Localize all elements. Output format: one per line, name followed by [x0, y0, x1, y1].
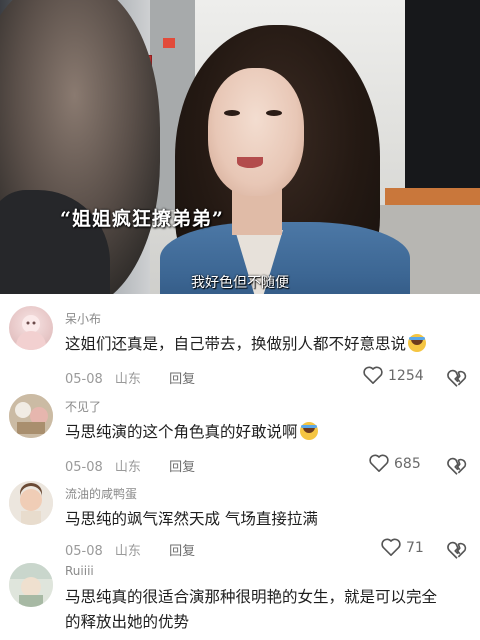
comment-item: 呆小布 这姐们还真是，自己带去，换做别人都不好意思说 05-08 山东 回复 1…	[0, 294, 480, 387]
username[interactable]: 呆小布	[65, 310, 101, 327]
avatar-image	[9, 481, 53, 525]
video-woman-mouth	[237, 157, 263, 168]
comment-date: 05-08	[65, 372, 103, 387]
avatar[interactable]	[9, 563, 53, 607]
comment-text: 马思纯的飒气浑然天成 气场直接拉满	[65, 510, 318, 528]
comment-text: 这姐们还真是，自己带去，换做别人都不好意思说	[65, 332, 470, 357]
username[interactable]: Ruiiii	[65, 564, 94, 578]
video-woman-eye-left	[224, 110, 240, 116]
video-quote-caption: “姐姐疯狂撩弟弟”	[60, 208, 224, 230]
comment-item: 流油的咸鸭蛋 马思纯的飒气浑然天成 气场直接拉满 05-08 山东 回复 71	[0, 473, 480, 559]
heart-outline-icon	[381, 538, 401, 556]
like-count: 71	[406, 540, 424, 556]
reply-button[interactable]: 回复	[169, 372, 195, 387]
comment-location: 山东	[114, 372, 141, 387]
video-woman-eye-right	[266, 110, 282, 116]
avatar[interactable]	[9, 481, 53, 525]
video-subtitle: 我好色但不随便	[191, 275, 289, 291]
heart-outline-icon	[363, 366, 383, 384]
like-count: 1254	[388, 368, 424, 384]
comment-text-line: 的释放出她的优势	[65, 613, 190, 631]
avatar[interactable]	[9, 394, 53, 438]
username[interactable]: 不见了	[65, 398, 101, 415]
username[interactable]: 流油的咸鸭蛋	[65, 485, 137, 502]
comment-text: 马思纯真的很适合演那种很明艳的女生，就是可以完全 的释放出她的优势	[65, 585, 470, 635]
comment-item: Ruiiii 马思纯真的很适合演那种很明艳的女生，就是可以完全 的释放出她的优势	[0, 558, 480, 640]
comment-location: 山东	[114, 544, 141, 559]
comment-meta: 05-08 山东 回复	[65, 368, 203, 387]
video-background-sticker	[163, 38, 175, 48]
heart-outline-icon	[369, 454, 389, 472]
comment-date: 05-08	[65, 544, 103, 559]
reply-button[interactable]: 回复	[169, 544, 195, 559]
video-frame[interactable]: “姐姐疯狂撩弟弟” 我好色但不随便	[0, 0, 480, 294]
like-count: 685	[394, 456, 421, 472]
comment-item: 不见了 马思纯演的这个角色真的好敢说啊 05-08 山东 回复 685	[0, 386, 480, 475]
avatar[interactable]	[9, 306, 53, 350]
avatar-image	[9, 394, 53, 438]
like-button[interactable]: 685	[368, 453, 421, 473]
video-woman-face	[208, 68, 304, 196]
video-background-monitor	[405, 0, 480, 190]
comment-text: 马思纯演的这个角色真的好敢说啊	[65, 420, 470, 445]
like-button[interactable]: 1254	[362, 365, 424, 385]
comment-meta: 05-08 山东 回复	[65, 540, 203, 559]
comment-text-line: 马思纯真的很适合演那种很明艳的女生，就是可以完全	[65, 588, 438, 606]
laugh-cry-emoji-icon	[299, 422, 318, 440]
laugh-cry-emoji-icon	[408, 334, 427, 352]
like-button[interactable]: 71	[380, 537, 424, 557]
avatar-image	[9, 563, 53, 607]
avatar-image	[16, 315, 46, 350]
